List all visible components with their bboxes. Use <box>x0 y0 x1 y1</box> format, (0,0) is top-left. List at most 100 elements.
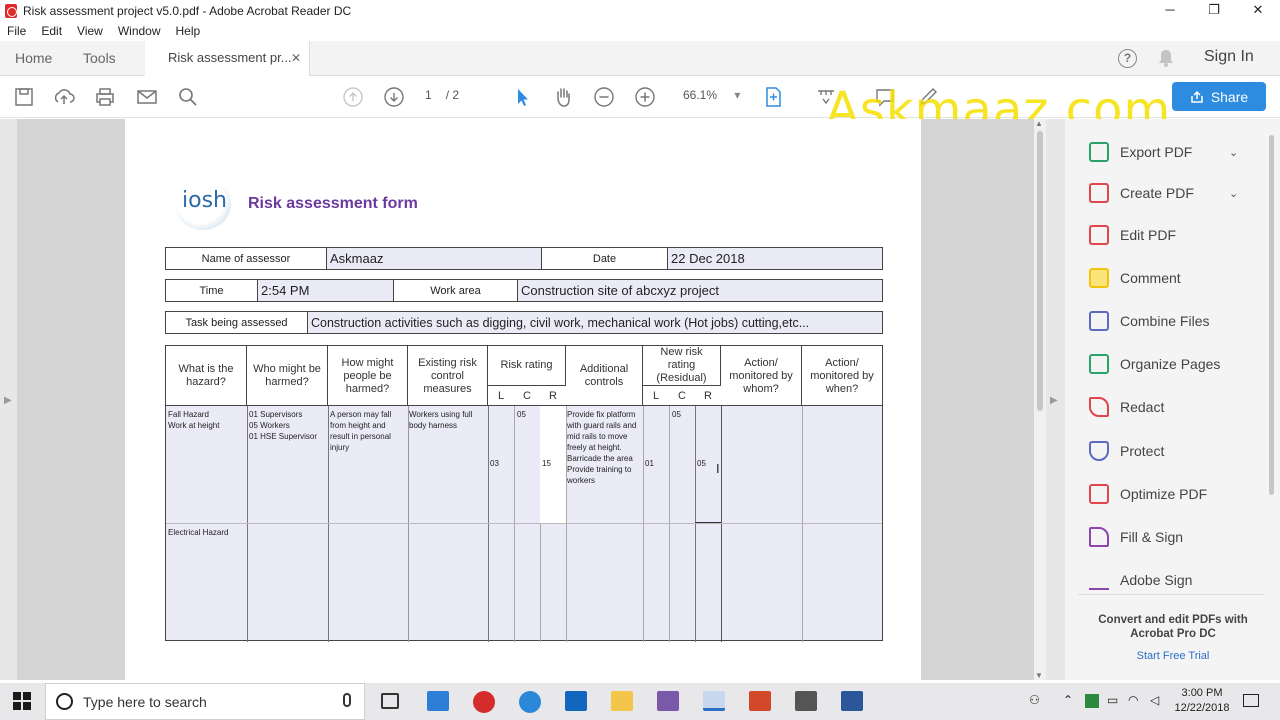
chevron-down-icon[interactable]: ⌄ <box>1229 146 1238 159</box>
tab-bar: Home Tools Risk assessment pr... ✕ <box>0 41 1280 76</box>
select-cursor-icon[interactable] <box>511 86 533 108</box>
tool-protect[interactable]: Protect <box>1089 440 1164 462</box>
tool-adobe-sign[interactable]: Adobe Sign <box>1089 569 1192 591</box>
media-app-icon[interactable] <box>657 691 679 711</box>
document-scrollbar[interactable]: ▲ ▼ <box>1034 119 1046 680</box>
page-indicator: 1 / 2 <box>425 88 459 102</box>
combine-files-icon <box>1089 311 1109 331</box>
microphone-icon[interactable] <box>343 693 351 707</box>
task-view-icon[interactable] <box>381 693 399 709</box>
tool-comment-label: Comment <box>1120 270 1181 286</box>
tray-app-icon[interactable] <box>1085 694 1099 708</box>
taskbar-search[interactable]: Type here to search <box>45 683 365 720</box>
tools-pane-scrollbar[interactable] <box>1266 121 1276 591</box>
save-icon[interactable] <box>13 86 35 108</box>
menu-file[interactable]: File <box>0 22 34 41</box>
start-free-trial-link[interactable]: Start Free Trial <box>1080 650 1266 662</box>
tab-document[interactable]: Risk assessment pr... ✕ <box>145 41 310 76</box>
tool-comment[interactable]: Comment <box>1089 267 1181 289</box>
menu-help[interactable]: Help <box>169 22 209 41</box>
battery-icon[interactable]: ▭ <box>1107 693 1118 707</box>
work-area-value[interactable]: Construction site of abcxyz project <box>518 280 882 301</box>
edge-icon[interactable] <box>519 691 541 713</box>
header-action-when: Action/ monitored by when? <box>810 356 874 395</box>
search-icon[interactable] <box>177 86 199 108</box>
row1-additional: Provide fix platform with guard rails an… <box>567 409 641 486</box>
menu-edit[interactable]: Edit <box>34 22 70 41</box>
outlook-icon[interactable] <box>565 691 587 711</box>
camera-icon[interactable] <box>795 691 817 711</box>
powerpoint-icon[interactable] <box>749 691 771 711</box>
create-pdf-icon <box>1089 183 1109 203</box>
tool-optimize-pdf[interactable]: Optimize PDF <box>1089 483 1207 505</box>
cortana-icon <box>56 693 73 710</box>
tool-combine-files-label: Combine Files <box>1120 313 1210 329</box>
minimize-button[interactable]: ─ <box>1148 0 1192 22</box>
row1-new-l: 01 <box>645 459 654 468</box>
menu-window[interactable]: Window <box>111 22 169 41</box>
scroll-up-icon[interactable]: ▲ <box>1035 119 1043 128</box>
taskbar-clock[interactable]: 3:00 PM 12/22/2018 <box>1172 686 1232 716</box>
store-icon[interactable] <box>427 691 449 711</box>
zoom-level-dropdown[interactable]: 66.1% ▾ <box>683 88 740 102</box>
next-page-icon[interactable] <box>383 86 405 108</box>
tool-edit-pdf[interactable]: Edit PDF <box>1089 224 1176 246</box>
close-tab-icon[interactable]: ✕ <box>291 41 301 75</box>
notifications-icon[interactable] <box>1243 694 1259 707</box>
chevron-up-icon[interactable]: ⌃ <box>1063 693 1073 707</box>
row2-hazard: Electrical Hazard <box>168 528 229 537</box>
acrobat-taskbar-icon[interactable] <box>703 691 725 711</box>
expand-left-panel-icon[interactable]: ▶ <box>4 395 12 406</box>
upload-cloud-icon[interactable] <box>53 86 75 108</box>
sign-in-link[interactable]: Sign In <box>1204 48 1254 66</box>
tool-create-pdf[interactable]: Create PDF ⌄ <box>1089 182 1238 204</box>
tool-combine-files[interactable]: Combine Files <box>1089 310 1209 332</box>
volume-icon[interactable]: ◁ <box>1150 693 1159 707</box>
zoom-out-icon[interactable] <box>593 86 615 108</box>
tab-tools[interactable]: Tools <box>83 41 116 76</box>
row1-existing: Workers using full body harness <box>409 410 473 430</box>
page-fit-icon[interactable] <box>762 86 784 108</box>
network-icon[interactable]: ◠ <box>1128 693 1138 707</box>
previous-page-icon[interactable] <box>342 86 364 108</box>
row1-r: 15 <box>542 459 551 468</box>
menu-view[interactable]: View <box>70 22 111 41</box>
assessor-label: Name of assessor <box>166 248 327 269</box>
email-icon[interactable] <box>136 86 158 108</box>
hand-tool-icon[interactable] <box>552 86 574 108</box>
chevron-down-icon[interactable]: ⌄ <box>1229 187 1238 200</box>
assessor-value[interactable]: Askmaaz <box>327 248 542 269</box>
time-value[interactable]: 2:54 PM <box>258 280 394 301</box>
row1-new-c: 05 <box>672 410 681 419</box>
clock-time: 3:00 PM <box>1181 687 1223 699</box>
task-value[interactable]: Construction activities such as digging,… <box>308 312 882 333</box>
windows-start-icon[interactable] <box>13 692 31 710</box>
tool-adobe-sign-label: Adobe Sign <box>1120 572 1193 588</box>
tool-fill-sign[interactable]: Fill & Sign <box>1089 526 1183 548</box>
page-number-input[interactable]: 1 <box>425 88 432 102</box>
word-icon[interactable] <box>841 691 863 711</box>
scrollbar-thumb[interactable] <box>1037 131 1043 411</box>
restore-button[interactable]: ❐ <box>1192 0 1236 22</box>
close-window-button[interactable]: ✕ <box>1236 0 1280 22</box>
share-button[interactable]: Share <box>1172 82 1266 111</box>
file-explorer-icon[interactable] <box>611 691 633 711</box>
bell-icon[interactable] <box>1158 49 1174 67</box>
tool-redact[interactable]: Redact <box>1089 396 1164 418</box>
tool-export-pdf[interactable]: Export PDF ⌄ <box>1089 141 1238 163</box>
tools-pane-scroll-thumb[interactable] <box>1269 135 1274 495</box>
optimize-pdf-icon <box>1089 484 1109 504</box>
row1-additional-line3: Provide training to workers <box>567 465 632 485</box>
text-cursor-icon: I <box>716 461 720 476</box>
header-r: R <box>549 390 557 402</box>
tool-organize-pages[interactable]: Organize Pages <box>1089 353 1220 375</box>
opera-icon[interactable] <box>473 691 495 713</box>
collapse-right-panel-icon[interactable]: ▶ <box>1050 395 1058 406</box>
zoom-in-icon[interactable] <box>634 86 656 108</box>
scroll-down-icon[interactable]: ▼ <box>1035 671 1043 680</box>
people-icon[interactable]: ⚇ <box>1029 693 1040 707</box>
date-value[interactable]: 22 Dec 2018 <box>668 248 882 269</box>
print-icon[interactable] <box>94 86 116 108</box>
help-icon[interactable]: ? <box>1118 49 1137 68</box>
tab-home[interactable]: Home <box>15 41 52 76</box>
